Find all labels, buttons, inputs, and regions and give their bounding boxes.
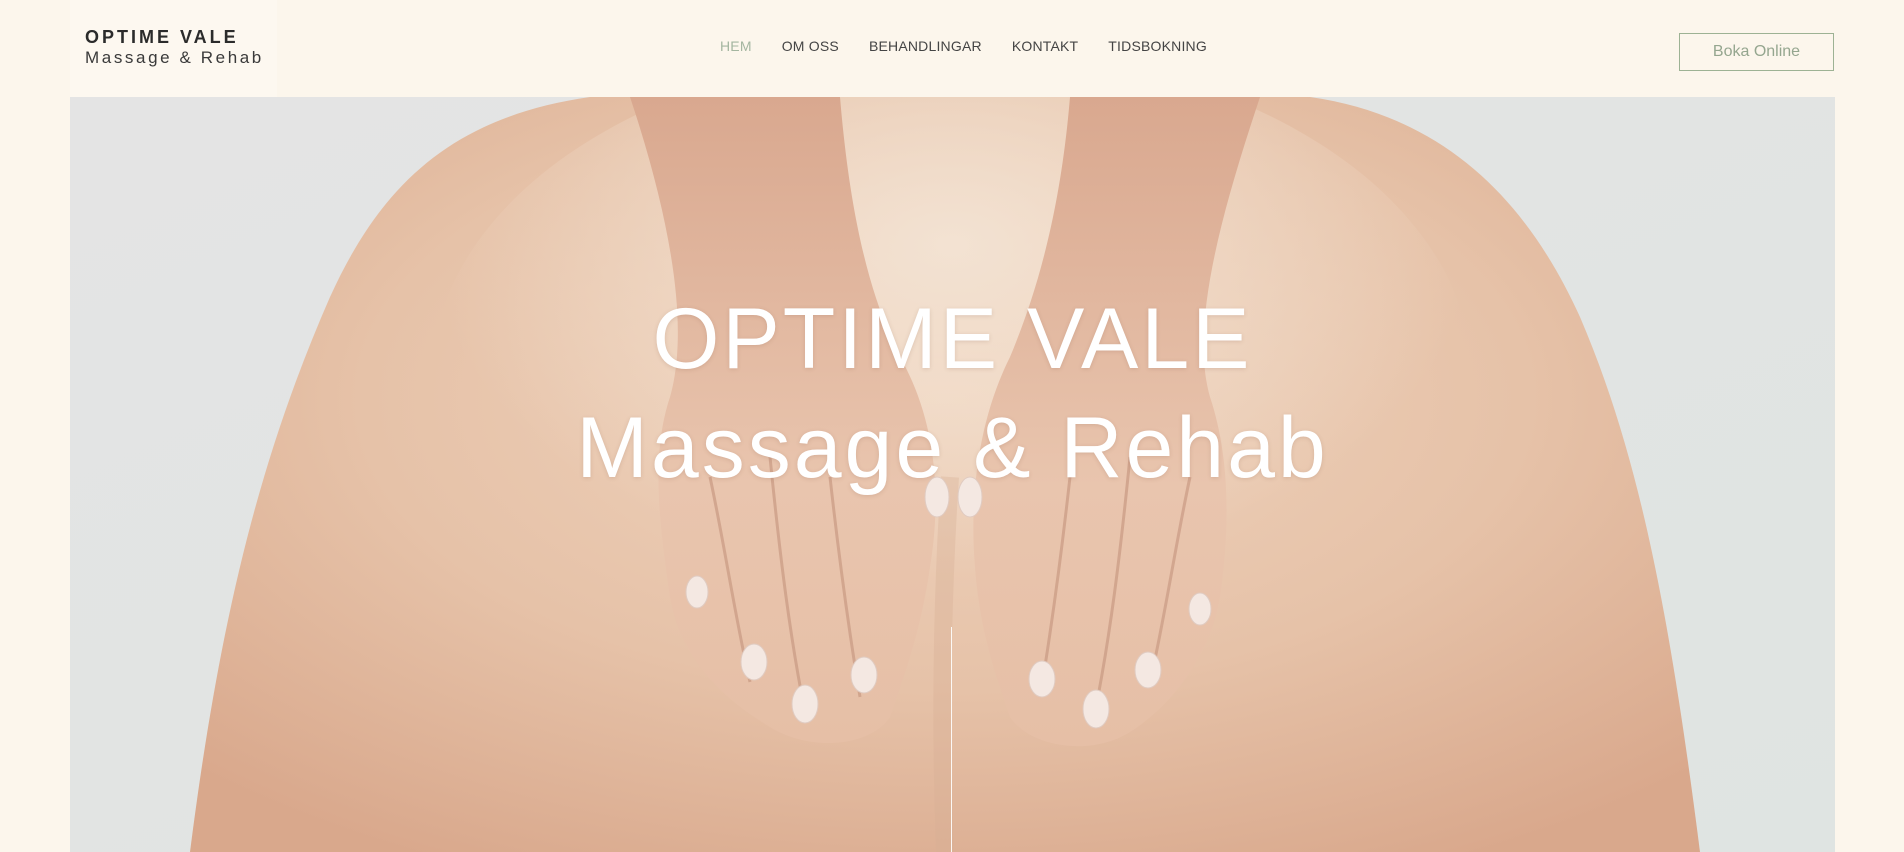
- hero-title-line2: Massage & Rehab: [576, 400, 1329, 497]
- book-online-button[interactable]: Boka Online: [1679, 33, 1834, 71]
- nav-item-om-oss[interactable]: OM OSS: [782, 38, 839, 54]
- site-header: OPTIME VALE Massage & Rehab HEM OM OSS B…: [0, 0, 1904, 97]
- logo-name: OPTIME VALE: [85, 27, 239, 47]
- logo-tagline: Massage & Rehab: [85, 48, 264, 67]
- page: OPTIME VALE Massage & Rehab HEM OM OSS B…: [0, 0, 1904, 852]
- nav-item-hem[interactable]: HEM: [720, 38, 752, 54]
- nav-item-kontakt[interactable]: KONTAKT: [1012, 38, 1078, 54]
- nav-item-tidsbokning[interactable]: TIDSBOKNING: [1108, 38, 1207, 54]
- nav-item-behandlingar[interactable]: BEHANDLINGAR: [869, 38, 982, 54]
- hero-title-line1: OPTIME VALE: [652, 291, 1253, 388]
- hero-divider-line: [951, 627, 952, 852]
- main-nav: HEM OM OSS BEHANDLINGAR KONTAKT TIDSBOKN…: [720, 38, 1207, 54]
- hero-section: OPTIME VALE Massage & Rehab: [70, 97, 1835, 852]
- site-logo[interactable]: OPTIME VALE Massage & Rehab: [70, 0, 277, 97]
- hero-title: OPTIME VALE Massage & Rehab: [70, 285, 1835, 503]
